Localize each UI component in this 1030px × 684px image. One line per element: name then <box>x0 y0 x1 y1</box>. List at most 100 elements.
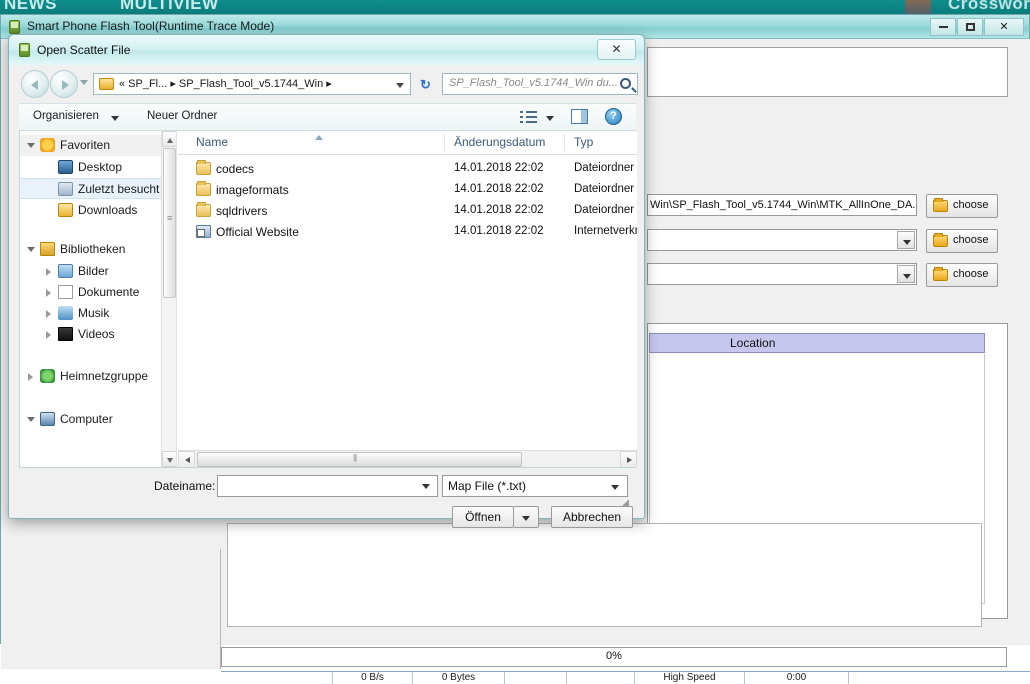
column-divider[interactable] <box>444 134 445 151</box>
folder-icon <box>196 181 211 196</box>
downloads-icon <box>58 203 73 217</box>
sidebar-item-dokumente[interactable]: Dokumente <box>20 282 165 303</box>
table-header-location[interactable]: Location <box>649 333 985 353</box>
sidebar-item-computer[interactable]: Computer <box>20 409 165 430</box>
status-cell-4 <box>567 672 635 684</box>
column-header-date[interactable]: Änderungsdatum <box>454 135 545 149</box>
folder-icon <box>196 202 211 217</box>
address-bar[interactable]: « SP_Fl... ▸ SP_Flash_Tool_v5.1744_Win ▸ <box>93 73 411 95</box>
expander-icon[interactable] <box>28 373 33 381</box>
sidebar-item-favoriten[interactable]: Favoriten <box>20 135 165 156</box>
sidebar-item-zuletzt-besucht[interactable]: Zuletzt besucht <box>20 178 165 199</box>
file-name: imageformats <box>216 183 289 197</box>
file-type-filter-combo[interactable]: Map File (*.txt) <box>442 475 628 497</box>
chevron-down-icon[interactable] <box>611 485 619 490</box>
scroll-left-button[interactable] <box>178 451 195 467</box>
expander-icon[interactable] <box>46 331 51 339</box>
sidebar-item-musik[interactable]: Musik <box>20 303 165 324</box>
minimize-button[interactable] <box>930 18 956 36</box>
scrollbar-thumb[interactable] <box>163 148 176 298</box>
scroll-right-button[interactable] <box>620 451 637 467</box>
column-header-type[interactable]: Typ <box>574 135 593 149</box>
dialog-title: Open Scatter File <box>37 43 131 57</box>
sidebar-item-bibliotheken[interactable]: Bibliotheken <box>20 239 165 260</box>
scatter-loading-combo[interactable] <box>647 229 917 251</box>
table-row[interactable]: sqldrivers 14.01.2018 22:02 Dateiordner <box>178 201 637 222</box>
scroll-up-button[interactable] <box>162 131 176 147</box>
file-list[interactable]: Name Änderungsdatum Typ codecs 14.01.201… <box>178 131 637 467</box>
table-row[interactable]: imageformats 14.01.2018 22:02 Dateiordne… <box>178 180 637 201</box>
folder-icon <box>99 78 114 90</box>
star-icon <box>40 138 55 152</box>
scatter-loading-choose-button[interactable]: choose <box>926 229 998 253</box>
expander-icon[interactable] <box>46 289 51 297</box>
library-icon <box>40 242 55 256</box>
expander-icon[interactable] <box>27 247 35 256</box>
sidebar-item-label: Heimnetzgruppe <box>60 369 149 383</box>
background-app-banner: NEWS MULTIVIEW Crossword <box>0 0 1030 14</box>
maximize-button[interactable] <box>957 18 983 36</box>
back-button[interactable] <box>21 70 49 98</box>
chevron-down-icon[interactable] <box>897 265 915 283</box>
close-button[interactable]: ✕ <box>984 18 1024 36</box>
chevron-down-icon[interactable] <box>396 83 404 88</box>
column-header-name[interactable]: Name <box>196 135 228 149</box>
chevron-down-icon[interactable] <box>422 484 430 489</box>
download-agent-input[interactable]: Win\SP_Flash_Tool_v5.1744_Win\MTK_AllInO… <box>647 194 917 216</box>
chevron-down-icon[interactable] <box>546 116 554 121</box>
column-divider[interactable] <box>564 134 565 151</box>
resize-grip[interactable]: ◢ <box>622 497 632 507</box>
new-folder-button[interactable]: Neuer Ordner <box>147 110 217 122</box>
filename-input[interactable] <box>217 475 438 497</box>
filename-label: Dateiname: <box>154 479 216 493</box>
navigation-pane-scrollbar[interactable] <box>161 131 176 467</box>
preview-pane-icon[interactable] <box>571 109 588 124</box>
forward-button[interactable] <box>50 70 78 98</box>
refresh-icon: ↻ <box>420 77 431 92</box>
dialog-footer: Dateiname: Map File (*.txt) Öffnen Abbre… <box>19 468 636 528</box>
chevron-down-icon[interactable] <box>111 116 119 121</box>
cancel-button[interactable]: Abbrechen <box>551 506 633 528</box>
authentication-row: choose <box>647 263 1008 287</box>
forward-arrow-icon <box>62 80 69 90</box>
pictures-icon <box>58 264 73 278</box>
table-row[interactable]: Official Website 14.01.2018 22:02 Intern… <box>178 222 637 243</box>
refresh-button[interactable]: ↻ <box>416 73 438 95</box>
view-list-icon[interactable] <box>519 110 539 125</box>
organize-menu[interactable]: Organisieren <box>33 110 99 122</box>
expander-icon[interactable] <box>27 143 35 152</box>
download-agent-choose-button[interactable]: choose <box>926 194 998 218</box>
expander-icon[interactable] <box>27 417 35 426</box>
open-button[interactable]: Öffnen <box>452 506 514 528</box>
dialog-close-button[interactable]: ✕ <box>597 39 636 60</box>
file-type: Dateiordner <box>574 204 635 216</box>
scroll-down-button[interactable] <box>162 451 176 467</box>
scrollbar-thumb[interactable] <box>197 452 522 467</box>
banner-thumbnail <box>905 0 931 14</box>
sidebar-item-videos[interactable]: Videos <box>20 324 165 345</box>
chevron-down-icon[interactable] <box>897 231 915 249</box>
progress-bar: 0% <box>221 647 1007 667</box>
sidebar-item-heimnetzgruppe[interactable]: Heimnetzgruppe <box>20 366 165 387</box>
sidebar-item-desktop[interactable]: Desktop <box>20 157 165 178</box>
chevron-down-icon[interactable] <box>80 80 88 85</box>
authentication-choose-button[interactable]: choose <box>926 263 998 287</box>
main-window-title: Smart Phone Flash Tool(Runtime Trace Mod… <box>27 19 275 33</box>
file-list-horizontal-scrollbar[interactable] <box>178 450 637 467</box>
authentication-combo[interactable] <box>647 263 917 285</box>
column-header-location: Location <box>730 336 776 350</box>
open-dropdown-button[interactable] <box>514 506 539 528</box>
status-cell-elapsed: 0:00 <box>745 672 849 684</box>
search-box[interactable]: SP_Flash_Tool_v5.1744_Win du... <box>442 73 638 95</box>
sidebar-item-downloads[interactable]: Downloads <box>20 200 165 221</box>
search-icon <box>620 78 631 89</box>
back-arrow-icon <box>31 80 38 90</box>
address-breadcrumb: « SP_Fl... ▸ SP_Flash_Tool_v5.1744_Win ▸ <box>119 78 332 90</box>
sidebar-item-bilder[interactable]: Bilder <box>20 261 165 282</box>
file-type-filter-value: Map File (*.txt) <box>448 479 527 493</box>
dialog-titlebar[interactable]: Open Scatter File ✕ <box>9 35 644 65</box>
expander-icon[interactable] <box>46 310 51 318</box>
expander-icon[interactable] <box>46 268 51 276</box>
table-row[interactable]: codecs 14.01.2018 22:02 Dateiordner <box>178 159 637 180</box>
help-icon[interactable]: ? <box>605 108 622 125</box>
